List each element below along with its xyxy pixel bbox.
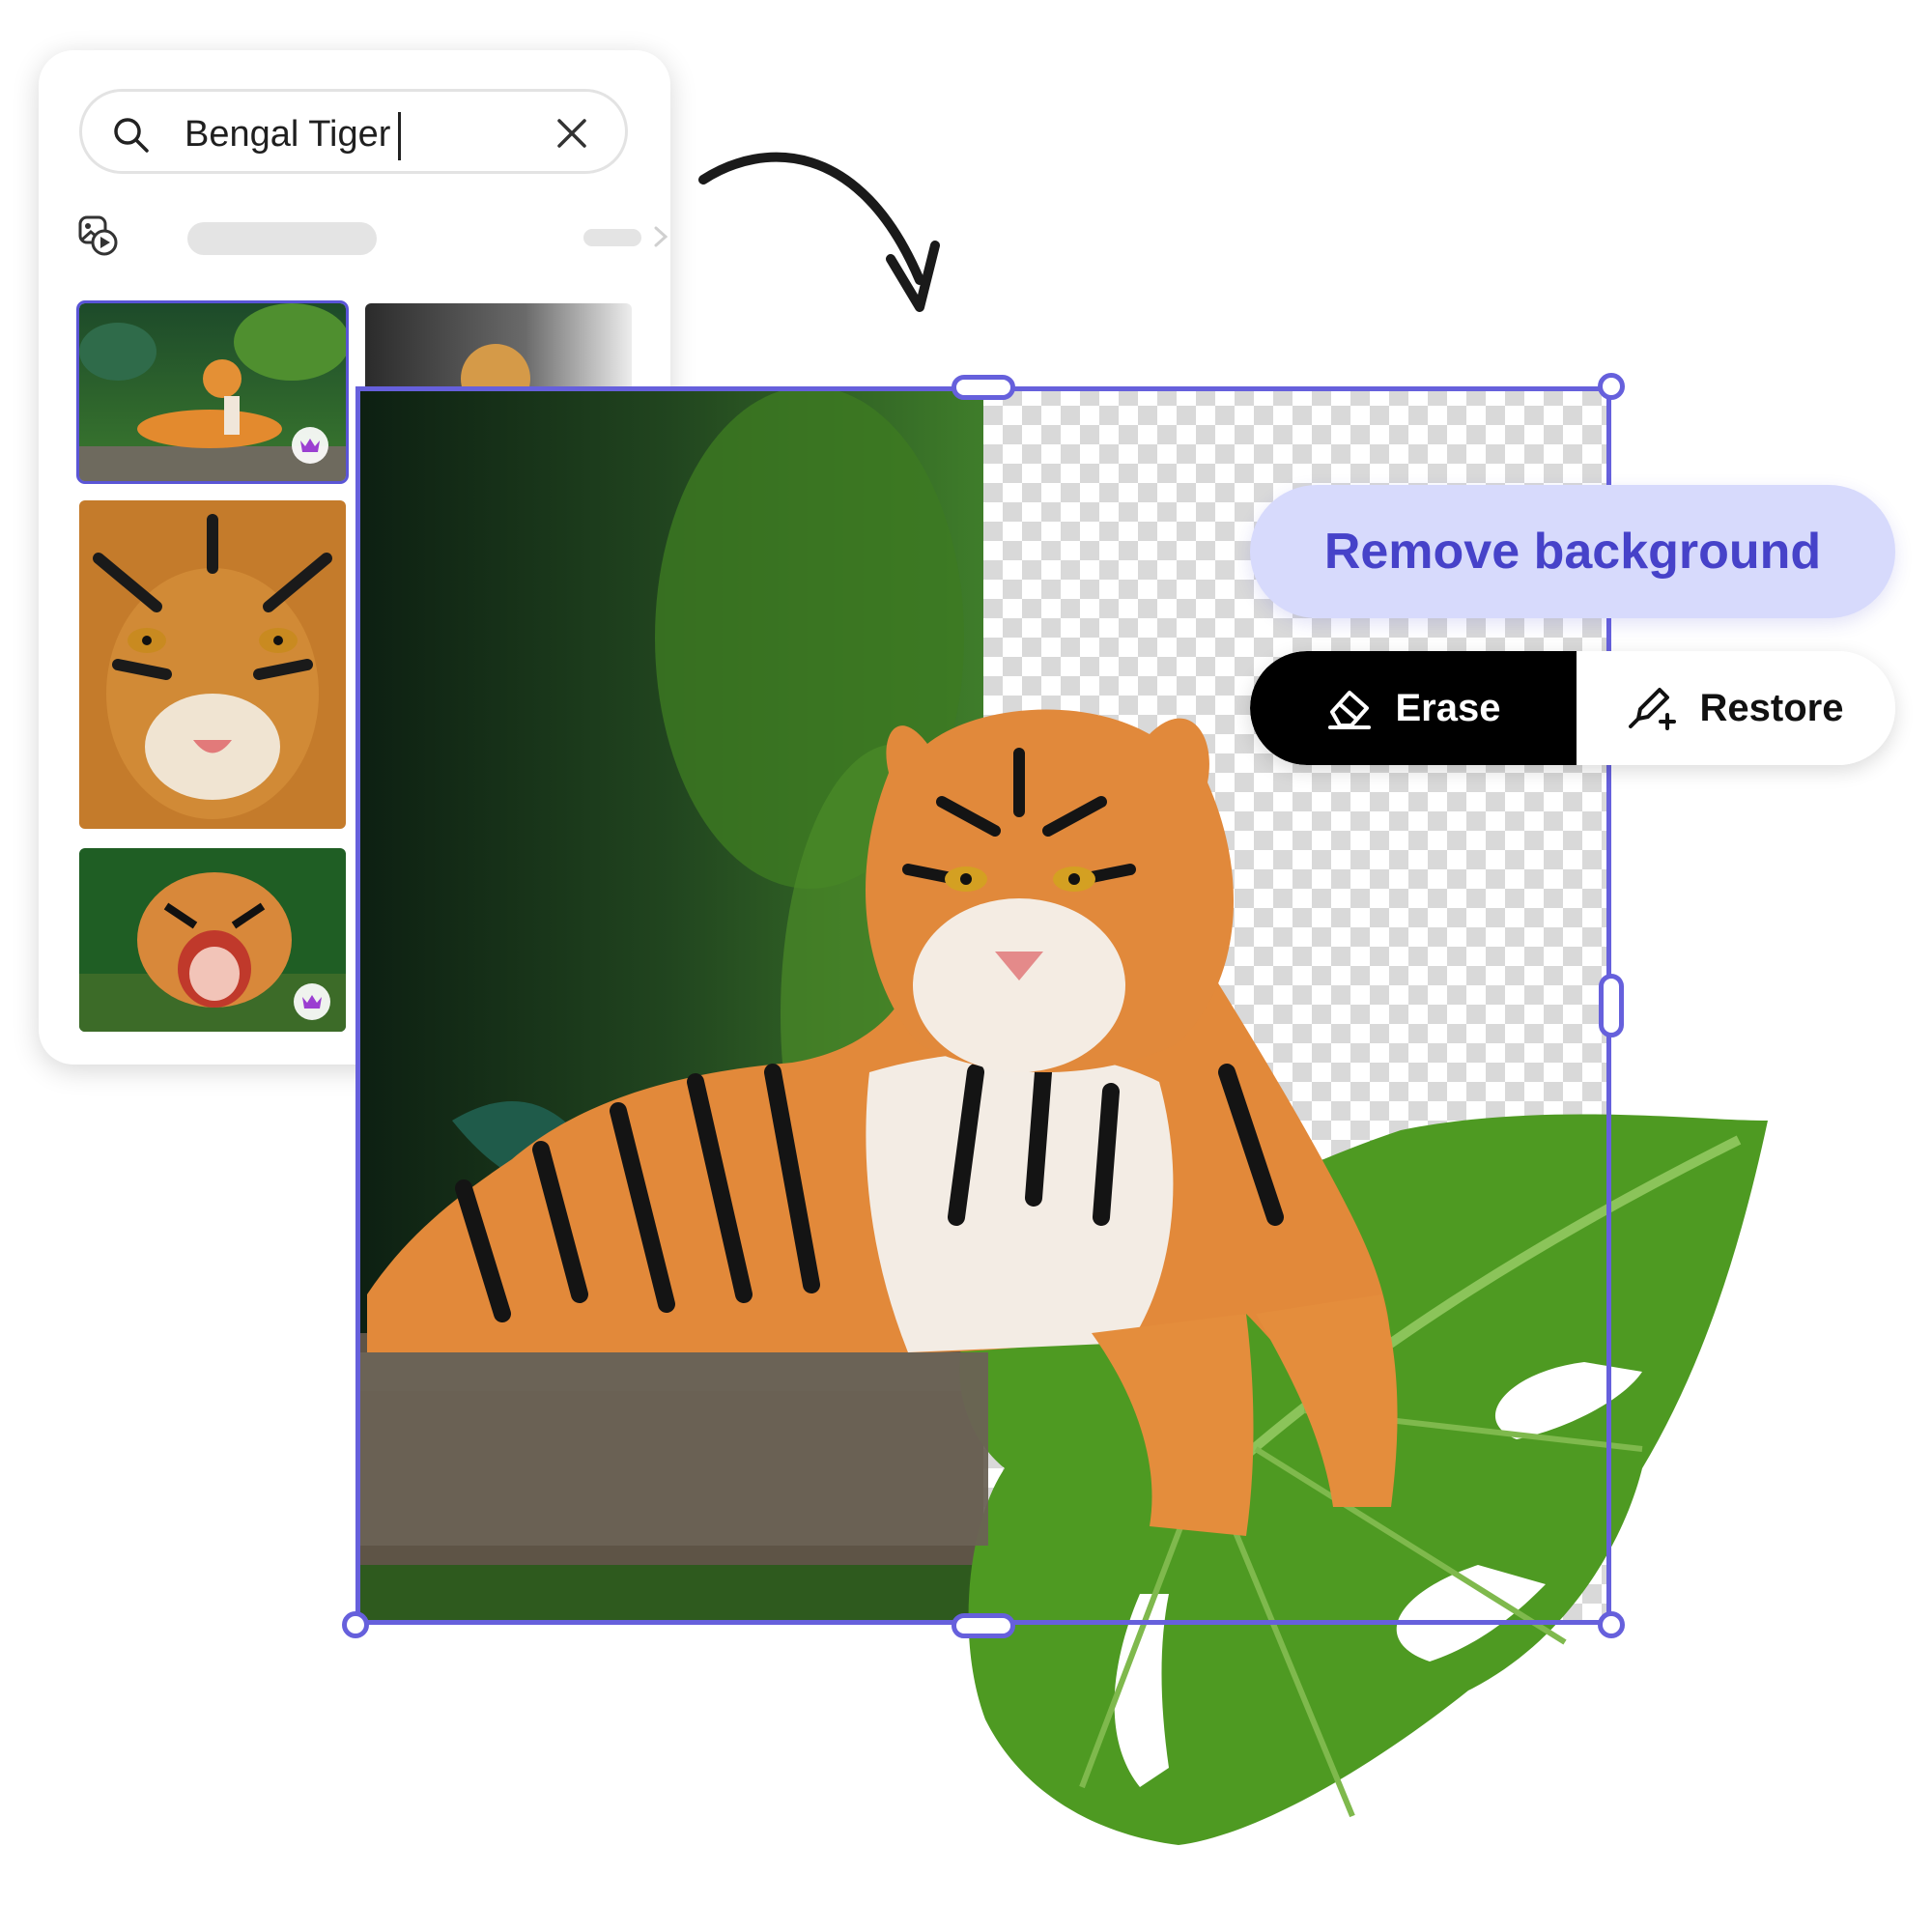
crown-icon: [302, 995, 322, 1009]
resize-handle-top-right[interactable]: [1598, 373, 1625, 400]
brush-plus-icon: [1628, 688, 1676, 730]
search-input[interactable]: Bengal Tiger: [185, 111, 402, 160]
result-thumb-6[interactable]: [79, 848, 346, 1032]
eraser-icon: [1327, 691, 1371, 729]
erase-button[interactable]: Erase: [1250, 651, 1577, 765]
resize-handle-bottom-right[interactable]: [1598, 1611, 1625, 1638]
premium-badge: [292, 427, 328, 464]
restore-button[interactable]: Restore: [1577, 651, 1895, 765]
resize-handle-right[interactable]: [1599, 974, 1624, 1037]
resize-handle-top[interactable]: [952, 375, 1015, 400]
close-icon[interactable]: [555, 117, 588, 150]
erase-restore-toggle: Erase Restore: [1250, 651, 1895, 765]
text-caret: [398, 111, 402, 160]
search-icon: [114, 118, 149, 153]
filter-chip-placeholder[interactable]: [187, 222, 377, 255]
filter-row: [77, 214, 668, 257]
search-bar[interactable]: Bengal Tiger: [79, 89, 628, 174]
resize-handle-bottom[interactable]: [952, 1613, 1015, 1638]
curved-arrow-icon: [698, 152, 940, 312]
erase-label: Erase: [1395, 686, 1501, 729]
restore-label: Restore: [1699, 686, 1844, 729]
search-query: Bengal Tiger: [185, 114, 391, 155]
resize-handle-bottom-left[interactable]: [342, 1611, 369, 1638]
result-thumb-1[interactable]: [76, 300, 349, 484]
crown-icon: [300, 439, 320, 452]
tiger-thumbnail-image: [79, 500, 346, 829]
result-thumb-3[interactable]: [79, 500, 346, 829]
remove-background-button[interactable]: Remove background: [1250, 485, 1895, 618]
premium-badge: [294, 983, 330, 1020]
chevron-right-icon[interactable]: [651, 224, 670, 249]
media-filter-icon[interactable]: [77, 214, 120, 257]
filter-chip-placeholder-small[interactable]: [583, 229, 641, 246]
